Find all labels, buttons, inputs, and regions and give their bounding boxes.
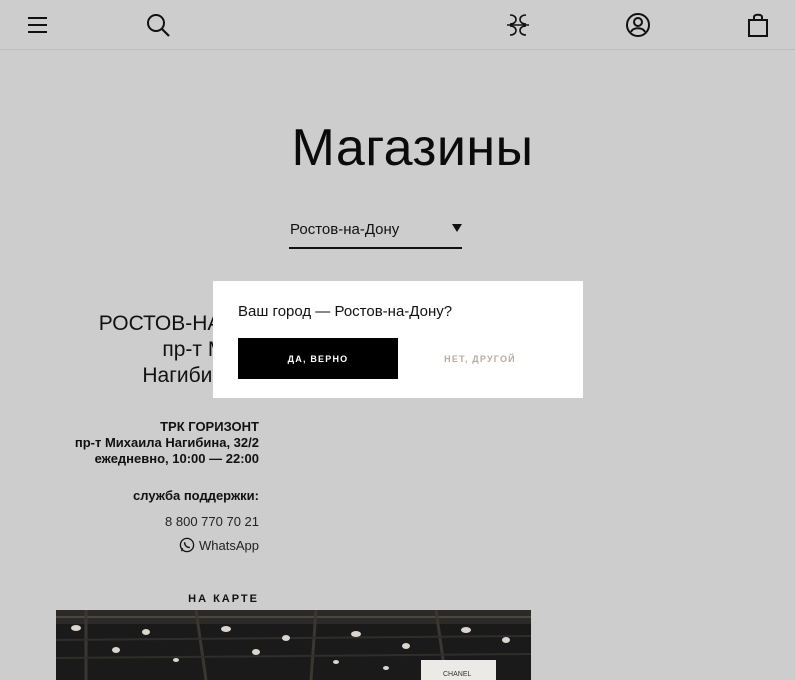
map-link[interactable]: НА КАРТЕ [40,593,259,605]
store-interior-image: CHANEL [56,610,531,680]
confirm-city-button[interactable]: ДА, ВЕРНО [238,338,398,379]
store-mall-name: ТРК ГОРИЗОНТ [160,419,259,434]
whatsapp-icon [179,537,195,553]
store-photo: CHANEL [56,610,531,680]
triangle-down-icon [452,224,462,232]
support-phone-link[interactable]: 8 800 770 70 21 [40,514,259,529]
city-select[interactable]: Ростов-на-Дону [289,216,462,249]
city-confirm-popup: Ваш город — Ростов-на-Дону? ДА, ВЕРНО НЕ… [213,281,583,398]
store-details: ТРК ГОРИЗОНТ пр-т Михаила Нагибина, 32/2… [40,419,259,467]
store-hours: ежедневно, 10:00 — 22:00 [94,451,259,466]
user-account-icon[interactable] [625,12,651,38]
other-city-button[interactable]: НЕТ, ДРУГОЙ [425,338,535,379]
page-title: Магазины [291,119,534,177]
hamburger-menu-icon[interactable] [25,12,51,38]
whatsapp-label: WhatsApp [199,537,259,553]
city-question: Ваш город — Ростов-на-Дону? [238,303,453,320]
photo-sign-text: CHANEL [443,671,472,678]
store-address: пр-т Михаила Нагибина, 32/2 [74,435,259,450]
shopping-bag-icon[interactable] [745,12,771,38]
top-header [0,0,795,50]
support-label: служба поддержки: [133,488,259,503]
brand-logo-icon[interactable] [505,12,531,38]
search-icon[interactable] [145,12,171,38]
whatsapp-link[interactable]: WhatsApp [40,537,259,553]
city-select-value: Ростов-на-Дону [290,221,400,238]
